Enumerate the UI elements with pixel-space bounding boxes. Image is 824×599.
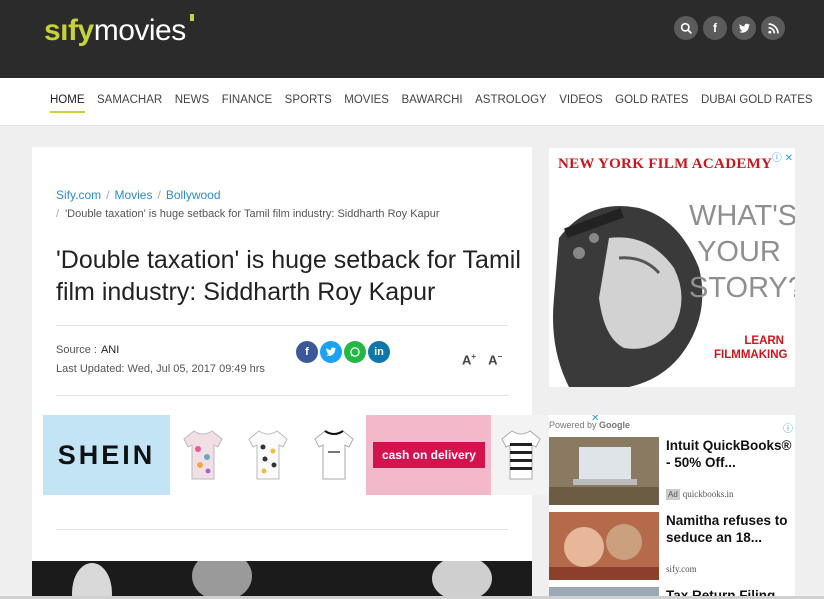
font-size-controls: A+ A− <box>462 352 502 367</box>
ad-item[interactable]: Namitha refuses to seduce an 18... sify.… <box>549 512 795 582</box>
site-logo[interactable]: sıfymovies <box>44 14 194 48</box>
article-card: Sify.com / Movies / Bollywood / 'Double taxat… <box>32 147 532 599</box>
nav-item-gold-rates[interactable]: GOLD RATES <box>615 94 688 106</box>
divider <box>56 325 508 326</box>
article-source: Source : ANI <box>56 344 120 356</box>
nav-item-bawarchi[interactable]: BAWARCHI <box>401 94 462 106</box>
nav-item-sports[interactable]: SPORTS <box>285 94 332 106</box>
ad-source: Ad quickbooks.in <box>666 489 734 500</box>
search-icon[interactable] <box>674 16 698 40</box>
facebook-icon[interactable]: f <box>703 16 727 40</box>
divider <box>56 395 508 396</box>
share-buttons: f in <box>296 341 390 363</box>
nyfa-ad[interactable]: NEW YORK FILM ACADEMY ⓘ ✕ WHAT'S YOUR ST… <box>549 148 795 387</box>
nav-item-finance[interactable]: FINANCE <box>222 94 272 106</box>
nav-item-dubai-gold-rates[interactable]: DUBAI GOLD RATES <box>701 94 813 106</box>
nav-item-news[interactable]: NEWS <box>175 94 210 106</box>
product-image <box>235 415 301 495</box>
nyfa-cta: LEARN FILMMAKING <box>714 335 788 361</box>
shein-ad-banner[interactable]: SHEIN cash on delivery <box>43 415 551 495</box>
article-title: 'Double taxation' is huge setback for Ta… <box>56 246 521 306</box>
breadcrumb: Sify.com / Movies / Bollywood <box>56 188 221 202</box>
social-links: f <box>674 16 785 40</box>
ad-title: Intuit QuickBooks® - 50% Off... <box>666 438 792 470</box>
breadcrumb-sify[interactable]: Sify.com <box>56 188 101 202</box>
article-updated: Last Updated: Wed, Jul 05, 2017 09:49 hr… <box>56 363 265 375</box>
rss-icon[interactable] <box>761 16 785 40</box>
ad-title: Namitha refuses to seduce an 18... <box>666 513 788 545</box>
nav-item-videos[interactable]: VIDEOS <box>559 94 602 106</box>
site-header: sıfymovies f <box>0 0 824 78</box>
cash-on-delivery-badge: cash on delivery <box>366 415 492 495</box>
sponsored-ads: ✕ Powered by Google ⓘ Intuit QuickBooks®… <box>549 415 795 599</box>
nav-item-samachar[interactable]: SAMACHAR <box>97 94 162 106</box>
ad-item[interactable]: Intuit QuickBooks® - 50% Off... Ad quickb… <box>549 437 795 507</box>
laptop-image <box>549 437 659 505</box>
twitter-icon[interactable] <box>732 16 756 40</box>
nav-item-movies[interactable]: MOVIES <box>344 94 389 106</box>
news-image <box>549 512 659 580</box>
info-icon[interactable]: ⓘ <box>783 420 793 435</box>
linkedin-share-icon[interactable]: in <box>368 341 390 363</box>
breadcrumb-current: / 'Double taxation' is huge setback for T… <box>56 208 440 220</box>
ad-source: sify.com <box>666 564 697 574</box>
actor-face-image <box>549 178 709 387</box>
nav-item-astrology[interactable]: ASTROLOGY <box>475 94 547 106</box>
divider <box>56 529 508 530</box>
powered-by-label: Powered by Google <box>549 420 631 430</box>
breadcrumb-bollywood[interactable]: Bollywood <box>166 188 221 202</box>
facebook-share-icon[interactable]: f <box>296 341 318 363</box>
main-nav: HOME SAMACHAR NEWS FINANCE SPORTS MOVIES BAWAR… <box>0 78 824 126</box>
adchoices-icon[interactable]: ⓘ ✕ <box>772 149 793 164</box>
nyfa-tagline: WHAT'S YOUR STORY? <box>689 200 795 304</box>
nyfa-headline: NEW YORK FILM ACADEMY <box>558 156 773 172</box>
nav-item-home[interactable]: HOME <box>50 94 85 113</box>
twitter-share-icon[interactable] <box>320 341 342 363</box>
whatsapp-share-icon[interactable] <box>344 341 366 363</box>
product-image <box>170 415 236 495</box>
product-image <box>491 415 551 495</box>
shein-logo: SHEIN <box>43 415 170 495</box>
font-increase-button[interactable]: A+ <box>462 352 476 367</box>
font-decrease-button[interactable]: A− <box>488 352 502 367</box>
product-image <box>300 415 367 495</box>
breadcrumb-movies[interactable]: Movies <box>114 188 152 202</box>
video-player[interactable] <box>32 561 532 599</box>
